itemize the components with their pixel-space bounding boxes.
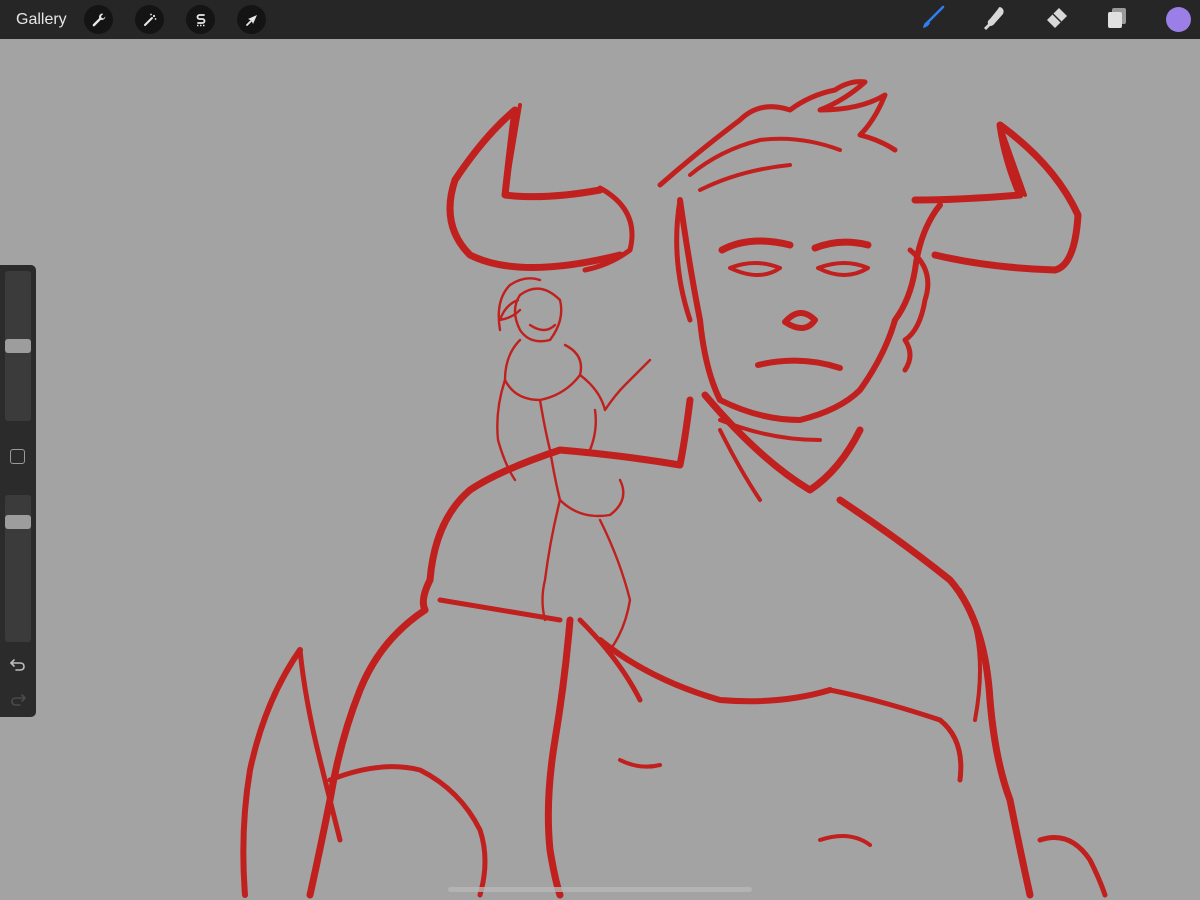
eraser-icon <box>1042 4 1070 37</box>
brush-icon <box>919 4 947 37</box>
brush-size-thumb[interactable] <box>5 339 31 353</box>
magic-wand-icon <box>142 12 158 28</box>
selection-s-icon <box>193 12 209 28</box>
sketch-drawing <box>240 79 1108 899</box>
adjustments-button[interactable] <box>135 5 164 34</box>
arrow-cursor-icon <box>244 12 260 28</box>
brush-tool-button[interactable] <box>918 5 948 35</box>
gallery-button[interactable]: Gallery <box>16 9 67 31</box>
opacity-slider[interactable] <box>5 495 31 642</box>
brush-size-slider[interactable] <box>5 271 31 421</box>
top-toolbar: Gallery <box>0 0 1200 39</box>
smudge-finger-icon <box>980 4 1008 37</box>
selection-button[interactable] <box>186 5 215 34</box>
procreate-app: Gallery <box>0 0 1200 900</box>
undo-icon[interactable] <box>8 655 28 673</box>
layers-button[interactable] <box>1102 5 1132 35</box>
opacity-thumb[interactable] <box>5 515 31 529</box>
transform-button[interactable] <box>237 5 266 34</box>
wrench-icon <box>91 12 107 28</box>
home-indicator <box>448 887 752 892</box>
smudge-tool-button[interactable] <box>979 5 1009 35</box>
actions-button[interactable] <box>84 5 113 34</box>
square-modify-icon[interactable] <box>10 449 25 464</box>
eraser-tool-button[interactable] <box>1041 5 1071 35</box>
color-picker-swatch[interactable] <box>1166 7 1191 32</box>
layers-icon <box>1103 4 1131 37</box>
left-sidebar <box>0 265 36 717</box>
drawing-canvas[interactable] <box>0 39 1200 900</box>
redo-icon[interactable] <box>8 690 28 708</box>
